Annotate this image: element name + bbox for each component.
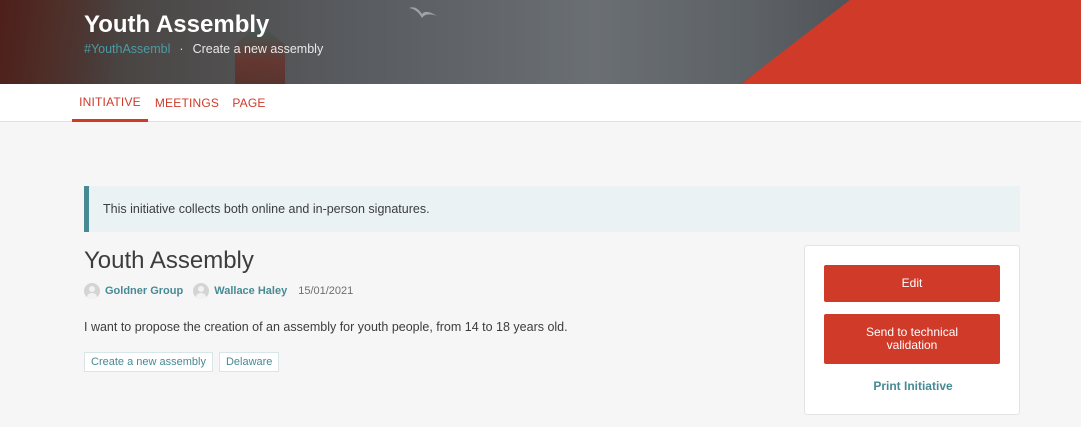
author-name: Goldner Group bbox=[105, 285, 184, 297]
assembly-link[interactable]: Create a new assembly bbox=[193, 42, 324, 56]
separator-dot: · bbox=[179, 42, 184, 56]
avatar bbox=[193, 283, 210, 299]
avatar bbox=[84, 283, 100, 299]
bird-icon bbox=[409, 7, 437, 18]
edit-button[interactable]: Edit bbox=[824, 265, 1000, 302]
tab-meetings[interactable]: MEETINGS bbox=[152, 84, 222, 122]
hero-diagonal-accent bbox=[741, 0, 1081, 84]
initiative-description: I want to propose the creation of an ass… bbox=[84, 320, 568, 334]
initiative-title: Youth Assembly bbox=[84, 247, 254, 274]
tab-page[interactable]: PAGE bbox=[228, 84, 270, 122]
publish-date: 15/01/2021 bbox=[298, 285, 354, 297]
actions-card: Edit Send to technical validation Print … bbox=[804, 245, 1020, 415]
author-wallace-haley[interactable]: Wallace Haley bbox=[193, 283, 287, 299]
hero-banner: Youth Assembly #YouthAssembl · Create a … bbox=[0, 0, 1081, 84]
signature-callout: This initiative collects both online and… bbox=[84, 186, 1020, 232]
tab-bar: INITIATIVE MEETINGS PAGE bbox=[0, 84, 1081, 122]
callout-text: This initiative collects both online and… bbox=[103, 202, 430, 216]
author-list: Goldner Group Wallace Haley 15/01/2021 bbox=[84, 282, 353, 300]
hashtag-link[interactable]: #YouthAssembl bbox=[84, 42, 170, 56]
tab-initiative[interactable]: INITIATIVE bbox=[72, 84, 148, 122]
send-to-technical-validation-button[interactable]: Send to technical validation bbox=[824, 314, 1000, 364]
print-initiative-link[interactable]: Print Initiative bbox=[805, 379, 1021, 393]
author-goldner-group[interactable]: Goldner Group bbox=[84, 283, 183, 299]
author-name: Wallace Haley bbox=[214, 285, 288, 297]
tag-list: Create a new assembly Delaware bbox=[84, 352, 285, 372]
hero-subtitle: #YouthAssembl · Create a new assembly bbox=[84, 42, 323, 56]
tag-scope[interactable]: Create a new assembly bbox=[84, 352, 213, 372]
tag-area[interactable]: Delaware bbox=[218, 352, 280, 372]
page-title: Youth Assembly bbox=[84, 11, 270, 38]
